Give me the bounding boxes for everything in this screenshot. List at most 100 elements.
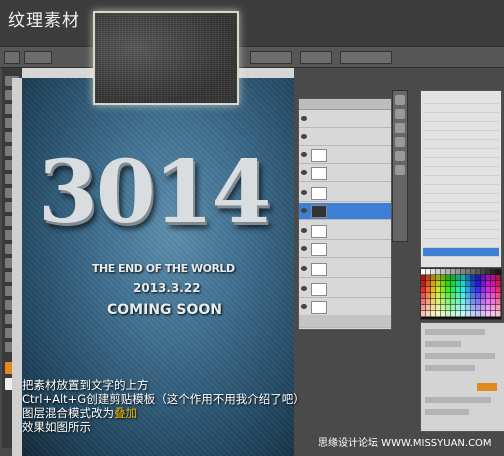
color-swatch[interactable] [461, 305, 466, 311]
color-swatch[interactable] [471, 305, 476, 311]
color-swatch[interactable] [431, 281, 436, 287]
color-swatch[interactable] [476, 299, 481, 305]
color-swatch[interactable] [441, 299, 446, 305]
baseline-field[interactable] [425, 397, 491, 403]
color-swatch[interactable] [441, 269, 446, 275]
color-swatch[interactable] [496, 305, 501, 311]
color-swatch[interactable] [496, 269, 501, 275]
color-swatch[interactable] [431, 293, 436, 299]
color-swatch[interactable] [436, 287, 441, 293]
history-item[interactable] [423, 104, 499, 113]
color-swatch[interactable] [476, 275, 481, 281]
color-swatch[interactable] [476, 311, 481, 317]
layer-row[interactable] [299, 129, 391, 146]
color-swatch[interactable] [491, 269, 496, 275]
layers-panel-header[interactable] [299, 99, 391, 110]
color-swatch[interactable] [451, 287, 456, 293]
history-item[interactable] [423, 212, 499, 221]
history-item[interactable] [423, 158, 499, 167]
styles-panel-icon[interactable] [395, 151, 405, 161]
color-swatch[interactable] [456, 293, 461, 299]
color-swatch[interactable] [481, 269, 486, 275]
history-item[interactable] [423, 203, 499, 212]
color-swatch[interactable] [436, 281, 441, 287]
color-swatch[interactable] [446, 281, 451, 287]
color-swatch[interactable] [486, 281, 491, 287]
color-swatch[interactable] [461, 293, 466, 299]
color-swatch[interactable] [426, 305, 431, 311]
color-swatch[interactable] [486, 311, 491, 317]
color-swatch[interactable] [441, 281, 446, 287]
eye-icon[interactable] [301, 170, 307, 175]
layer-row[interactable] [299, 281, 391, 298]
eye-icon[interactable] [301, 208, 307, 213]
color-swatch[interactable] [421, 269, 426, 275]
color-swatch[interactable] [441, 305, 446, 311]
color-swatch[interactable] [461, 269, 466, 275]
color-swatch[interactable] [481, 305, 486, 311]
color-swatch[interactable] [466, 299, 471, 305]
eye-icon[interactable] [301, 134, 307, 139]
color-swatch[interactable] [491, 299, 496, 305]
color-swatch[interactable] [471, 269, 476, 275]
layer-row[interactable] [299, 299, 391, 316]
color-swatch[interactable] [481, 281, 486, 287]
history-item[interactable] [423, 185, 499, 194]
color-swatch[interactable] [456, 287, 461, 293]
color-swatch[interactable] [426, 269, 431, 275]
history-item[interactable] [423, 140, 499, 149]
color-swatch[interactable] [486, 287, 491, 293]
option-field[interactable] [250, 51, 292, 64]
color-swatch[interactable] [496, 299, 501, 305]
eye-icon[interactable] [301, 286, 307, 291]
color-swatch[interactable] [421, 275, 426, 281]
color-swatch[interactable] [486, 305, 491, 311]
color-swatch[interactable] [481, 299, 486, 305]
color-swatch[interactable] [441, 287, 446, 293]
color-swatch[interactable] [436, 293, 441, 299]
layer-row[interactable] [299, 165, 391, 182]
color-swatch[interactable] [446, 287, 451, 293]
color-swatch[interactable] [481, 287, 486, 293]
color-swatch[interactable] [431, 287, 436, 293]
color-swatch[interactable] [451, 281, 456, 287]
color-swatch[interactable] [436, 311, 441, 317]
color-swatch[interactable] [466, 311, 471, 317]
eye-icon[interactable] [301, 190, 307, 195]
color-swatch[interactable] [491, 275, 496, 281]
color-swatch[interactable] [496, 275, 501, 281]
color-swatch[interactable] [451, 269, 456, 275]
color-swatch[interactable] [456, 275, 461, 281]
color-swatch[interactable] [466, 281, 471, 287]
layer-row[interactable] [299, 241, 391, 258]
color-swatch[interactable] [421, 311, 426, 317]
color-swatch[interactable] [486, 299, 491, 305]
history-item-selected[interactable] [423, 248, 499, 257]
layer-row[interactable] [299, 147, 391, 164]
option-toggle[interactable] [300, 51, 332, 64]
color-swatch[interactable] [421, 305, 426, 311]
color-swatch[interactable] [456, 299, 461, 305]
color-swatch[interactable] [471, 293, 476, 299]
scale-field[interactable] [425, 365, 475, 371]
color-swatch[interactable] [471, 311, 476, 317]
brush-panel-icon[interactable] [395, 123, 405, 133]
color-swatch[interactable] [491, 281, 496, 287]
layer-row-selected[interactable] [299, 203, 391, 220]
color-swatch[interactable] [451, 311, 456, 317]
color-swatch[interactable] [471, 281, 476, 287]
color-swatch[interactable] [426, 299, 431, 305]
color-swatch[interactable] [456, 269, 461, 275]
color-swatch[interactable] [421, 287, 426, 293]
color-swatch[interactable] [426, 275, 431, 281]
color-swatch[interactable] [461, 287, 466, 293]
color-swatch[interactable] [486, 269, 491, 275]
color-swatch[interactable] [431, 311, 436, 317]
color-swatch[interactable] [476, 287, 481, 293]
color-swatch[interactable] [431, 275, 436, 281]
history-item[interactable] [423, 194, 499, 203]
history-item[interactable] [423, 122, 499, 131]
color-swatch[interactable] [456, 305, 461, 311]
swatches-panel-icon[interactable] [395, 137, 405, 147]
color-swatch[interactable] [421, 299, 426, 305]
